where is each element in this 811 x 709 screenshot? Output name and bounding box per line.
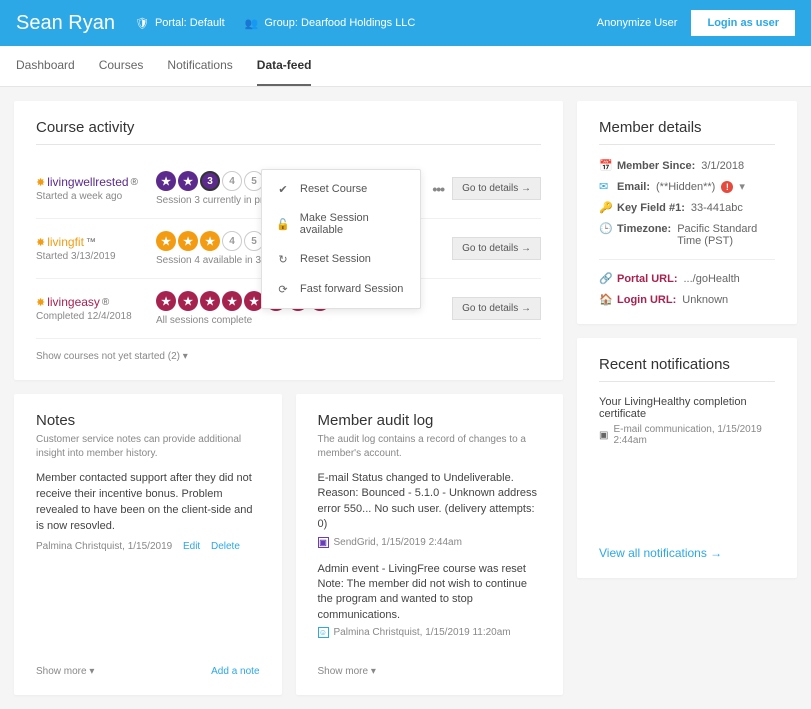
chevron-down-icon[interactable]: ▾ — [739, 180, 745, 193]
alert-icon: ! — [721, 181, 733, 193]
audit-item: Admin event - LivingFree course was rese… — [318, 562, 542, 639]
course-actions-menu: ✔ Reset Course 🔓 Make Session available … — [261, 169, 421, 309]
tab-data-feed[interactable]: Data-feed — [257, 46, 312, 86]
member-details-card: Member details 📅Member Since: 3/1/2018 ✉… — [577, 101, 797, 324]
page-header: Sean Ryan 🛡 Portal: Default 👥 Group: Dea… — [0, 0, 811, 46]
portal-selector[interactable]: 🛡 Portal: Default — [135, 17, 225, 30]
notes-card: Notes Customer service notes can provide… — [14, 394, 282, 695]
refresh-icon: ↻ — [276, 252, 290, 266]
course-activity-card: Course activity ✸livingwellrested® Start… — [14, 101, 563, 380]
notification-item: Your LivingHealthy completion certificat… — [599, 396, 775, 420]
tab-dashboard[interactable]: Dashboard — [16, 46, 75, 86]
menu-make-session-available[interactable]: 🔓 Make Session available — [262, 204, 420, 244]
anonymize-link[interactable]: Anonymize User — [597, 17, 678, 29]
tab-courses[interactable]: Courses — [99, 46, 144, 86]
sunburst-icon: ✸ — [36, 236, 45, 249]
sunburst-icon: ✸ — [36, 176, 45, 189]
menu-reset-session[interactable]: ↻ Reset Session — [262, 244, 420, 274]
shield-icon: 🛡 — [135, 17, 149, 30]
login-as-user-button[interactable]: Login as user — [691, 10, 795, 36]
recent-notifications-card: Recent notifications Your LivingHealthy … — [577, 338, 797, 578]
header-right: Anonymize User Login as user — [597, 10, 795, 36]
unlock-icon: 🔓 — [276, 217, 290, 231]
group-icon: 👥 — [245, 17, 259, 30]
note-delete-link[interactable]: Delete — [211, 541, 240, 552]
mail-icon: ✉ — [599, 180, 611, 193]
note-edit-link[interactable]: Edit — [183, 541, 200, 552]
clock-icon: 🕒 — [599, 222, 611, 235]
user-name: Sean Ryan — [16, 12, 115, 35]
sunburst-icon: ✸ — [36, 296, 45, 309]
link-icon: 🔗 — [599, 272, 611, 285]
notes-title: Notes — [36, 412, 260, 429]
main-tabs: Dashboard Courses Notifications Data-fee… — [0, 46, 811, 87]
home-icon: 🏠 — [599, 293, 611, 306]
audit-show-more[interactable]: Show more ▾ — [318, 666, 376, 677]
course-activity-title: Course activity — [36, 119, 541, 145]
go-to-details-button[interactable]: Go to details → — [452, 177, 541, 200]
tab-notifications[interactable]: Notifications — [167, 46, 232, 86]
audit-log-card: Member audit log The audit log contains … — [296, 394, 564, 695]
view-all-notifications-link[interactable]: View all notifications → — [599, 546, 722, 560]
system-icon: ▣ — [318, 537, 329, 548]
recent-notifs-title: Recent notifications — [599, 356, 775, 382]
user-icon: ☺ — [318, 627, 329, 638]
check-circle-icon: ✔ — [276, 182, 290, 196]
key-icon: 🔑 — [599, 201, 611, 214]
course-more-button[interactable]: ••• — [432, 181, 444, 197]
go-to-details-button[interactable]: Go to details → — [452, 297, 541, 320]
course-row: ✸livingwellrested® Started a week ago 3 … — [36, 159, 541, 219]
menu-fast-forward-session[interactable]: ⟳ Fast forward Session — [262, 274, 420, 304]
show-courses-toggle[interactable]: Show courses not yet started (2) ▾ — [36, 351, 541, 362]
go-to-details-button[interactable]: Go to details → — [452, 237, 541, 260]
calendar-icon: 📅 — [599, 159, 611, 172]
menu-reset-course[interactable]: ✔ Reset Course — [262, 174, 420, 204]
audit-title: Member audit log — [318, 412, 542, 429]
mail-square-icon: ▣ — [599, 430, 608, 441]
group-selector[interactable]: 👥 Group: Dearfood Holdings LLC — [245, 17, 416, 30]
notes-show-more[interactable]: Show more ▾ — [36, 666, 94, 677]
header-left: Sean Ryan 🛡 Portal: Default 👥 Group: Dea… — [16, 12, 415, 35]
add-note-link[interactable]: Add a note — [211, 666, 259, 677]
refresh-dotted-icon: ⟳ — [276, 282, 290, 296]
audit-item: E-mail Status changed to Undeliverable. … — [318, 471, 542, 548]
member-details-title: Member details — [599, 119, 775, 145]
note-body: Member contacted support after they did … — [36, 471, 260, 535]
